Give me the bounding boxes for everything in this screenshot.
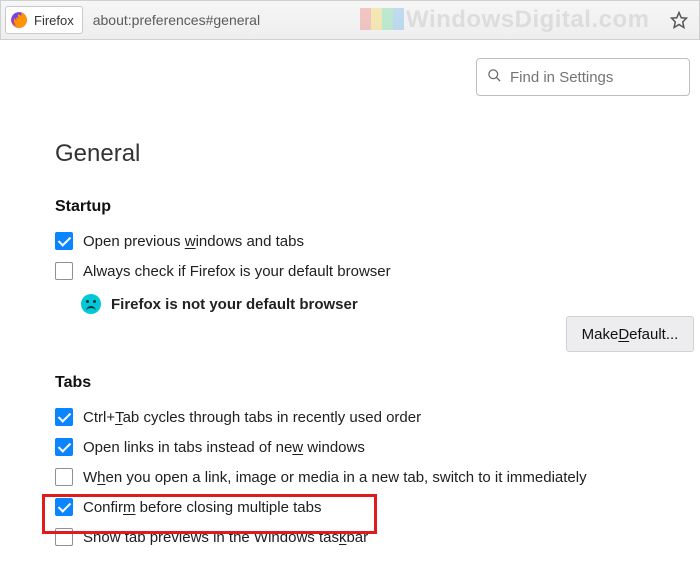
switch-immediately-row[interactable]: When you open a link, image or media in … — [55, 462, 700, 492]
url-text[interactable]: about:preferences#general — [89, 12, 661, 28]
open-previous-windows-row[interactable]: Open previous windows and tabs — [55, 226, 700, 256]
open-links-tabs-label: Open links in tabs instead of new window… — [83, 439, 365, 456]
not-default-browser-label: Firefox is not your default browser — [111, 296, 358, 313]
confirm-close-tabs-row[interactable]: Confirm before closing multiple tabs — [55, 492, 700, 522]
page-title: General — [55, 140, 700, 168]
make-default-button[interactable]: Make Default... — [566, 316, 694, 352]
ctrl-tab-cycle-checkbox[interactable] — [55, 408, 73, 426]
switch-immediately-checkbox[interactable] — [55, 468, 73, 486]
address-bar: Firefox about:preferences#general — [0, 0, 700, 40]
confirm-close-tabs-label: Confirm before closing multiple tabs — [83, 499, 321, 516]
confirm-close-tabs-checkbox[interactable] — [55, 498, 73, 516]
always-check-default-label: Always check if Firefox is your default … — [83, 263, 391, 280]
open-links-tabs-row[interactable]: Open links in tabs instead of new window… — [55, 432, 700, 462]
open-links-tabs-checkbox[interactable] — [55, 438, 73, 456]
always-check-default-row[interactable]: Always check if Firefox is your default … — [55, 256, 700, 286]
taskbar-previews-label: Show tab previews in the Windows taskbar — [83, 529, 368, 546]
bookmark-star-icon[interactable] — [667, 8, 691, 32]
ctrl-tab-cycle-row[interactable]: Ctrl+Tab cycles through tabs in recently… — [55, 402, 700, 432]
tabs-heading: Tabs — [55, 374, 700, 392]
sad-face-icon — [81, 294, 101, 314]
ctrl-tab-cycle-label: Ctrl+Tab cycles through tabs in recently… — [83, 409, 421, 426]
site-identity-badge[interactable]: Firefox — [5, 6, 83, 34]
always-check-default-checkbox[interactable] — [55, 262, 73, 280]
switch-immediately-label: When you open a link, image or media in … — [83, 469, 587, 486]
site-identity-label: Firefox — [34, 13, 74, 28]
startup-heading: Startup — [55, 198, 700, 216]
open-previous-windows-label: Open previous windows and tabs — [83, 233, 304, 250]
firefox-icon — [10, 11, 28, 29]
taskbar-previews-checkbox[interactable] — [55, 528, 73, 546]
open-previous-windows-checkbox[interactable] — [55, 232, 73, 250]
taskbar-previews-row[interactable]: Show tab previews in the Windows taskbar — [55, 522, 700, 552]
